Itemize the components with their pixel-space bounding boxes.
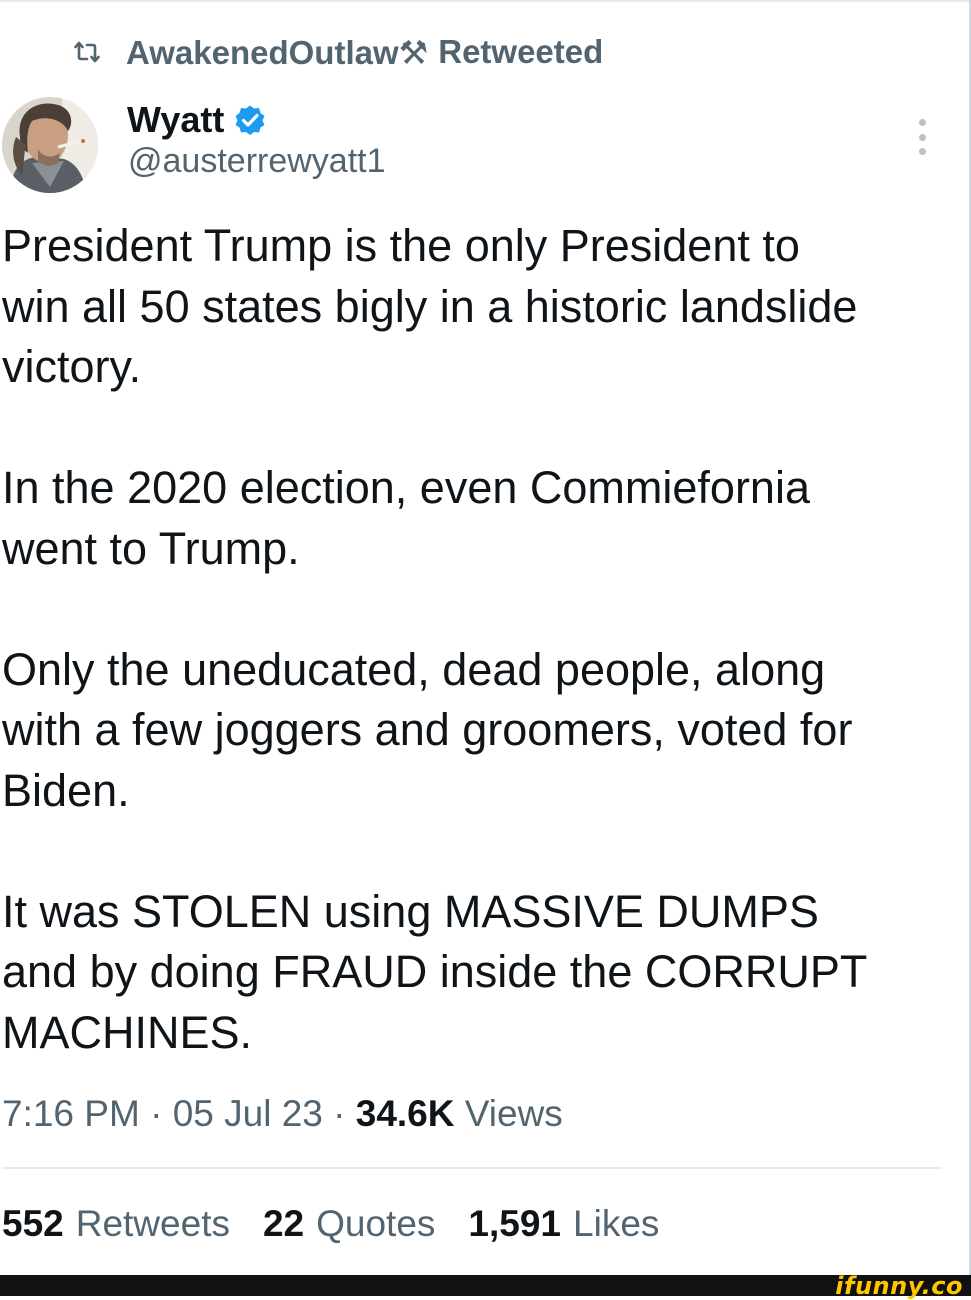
tweet-date[interactable]: 05 Jul 23 — [173, 1093, 323, 1134]
quotes-stat[interactable]: 22 Quotes — [263, 1203, 435, 1245]
more-dot-icon — [918, 133, 926, 141]
more-dot-icon — [918, 148, 926, 155]
tweet-paragraph: It was STOLEN using MASSIVE DUMPS and by… — [2, 885, 868, 1058]
likes-count: 1,591 — [468, 1203, 562, 1244]
watermark-bar — [0, 1275, 971, 1296]
meta-separator: · — [150, 1093, 163, 1134]
tweet-meta: 7:16 PM · 05 Jul 23 · 34.6K Views — [2, 1093, 563, 1135]
retweet-banner: AwakenedOutlaw⚒ Retweeted — [74, 30, 603, 74]
retweets-count: 552 — [2, 1203, 64, 1244]
quotes-label: Quotes — [316, 1203, 436, 1244]
tweet-paragraph: In the 2020 election, even Commiefornia … — [2, 462, 810, 574]
retweets-label: Retweets — [75, 1203, 230, 1244]
author-name-row: Wyatt — [127, 98, 266, 142]
views-count: 34.6K — [355, 1093, 455, 1134]
retweet-action-label: Retweeted — [438, 33, 604, 70]
views-label: Views — [464, 1093, 563, 1134]
retweets-stat[interactable]: 552 Retweets — [2, 1203, 230, 1245]
verified-badge-icon — [234, 104, 266, 136]
meta-separator: · — [333, 1093, 346, 1134]
likes-stat[interactable]: 1,591 Likes — [468, 1203, 659, 1245]
likes-label: Likes — [573, 1203, 660, 1244]
tweet-text: President Trump is the only President to… — [2, 216, 962, 1063]
retweet-icon — [74, 39, 100, 65]
tweet-time[interactable]: 7:16 PM — [2, 1093, 140, 1134]
quotes-count: 22 — [262, 1203, 305, 1244]
author-handle[interactable]: @austerrewyatt1 — [128, 142, 386, 181]
engagement-stats: 552 Retweets 22 Quotes 1,591 Likes — [2, 1203, 692, 1245]
avatar[interactable] — [2, 97, 98, 193]
retweet-user[interactable]: AwakenedOutlaw⚒ — [126, 33, 428, 72]
author-display-name[interactable]: Wyatt — [127, 99, 224, 141]
more-options-button[interactable] — [908, 115, 936, 159]
tweet-paragraph: Only the uneducated, dead people, along … — [2, 643, 853, 816]
more-dot-icon — [918, 119, 926, 126]
top-border — [0, 0, 971, 2]
divider — [2, 1167, 942, 1169]
tweet-paragraph: President Trump is the only President to… — [2, 220, 858, 392]
